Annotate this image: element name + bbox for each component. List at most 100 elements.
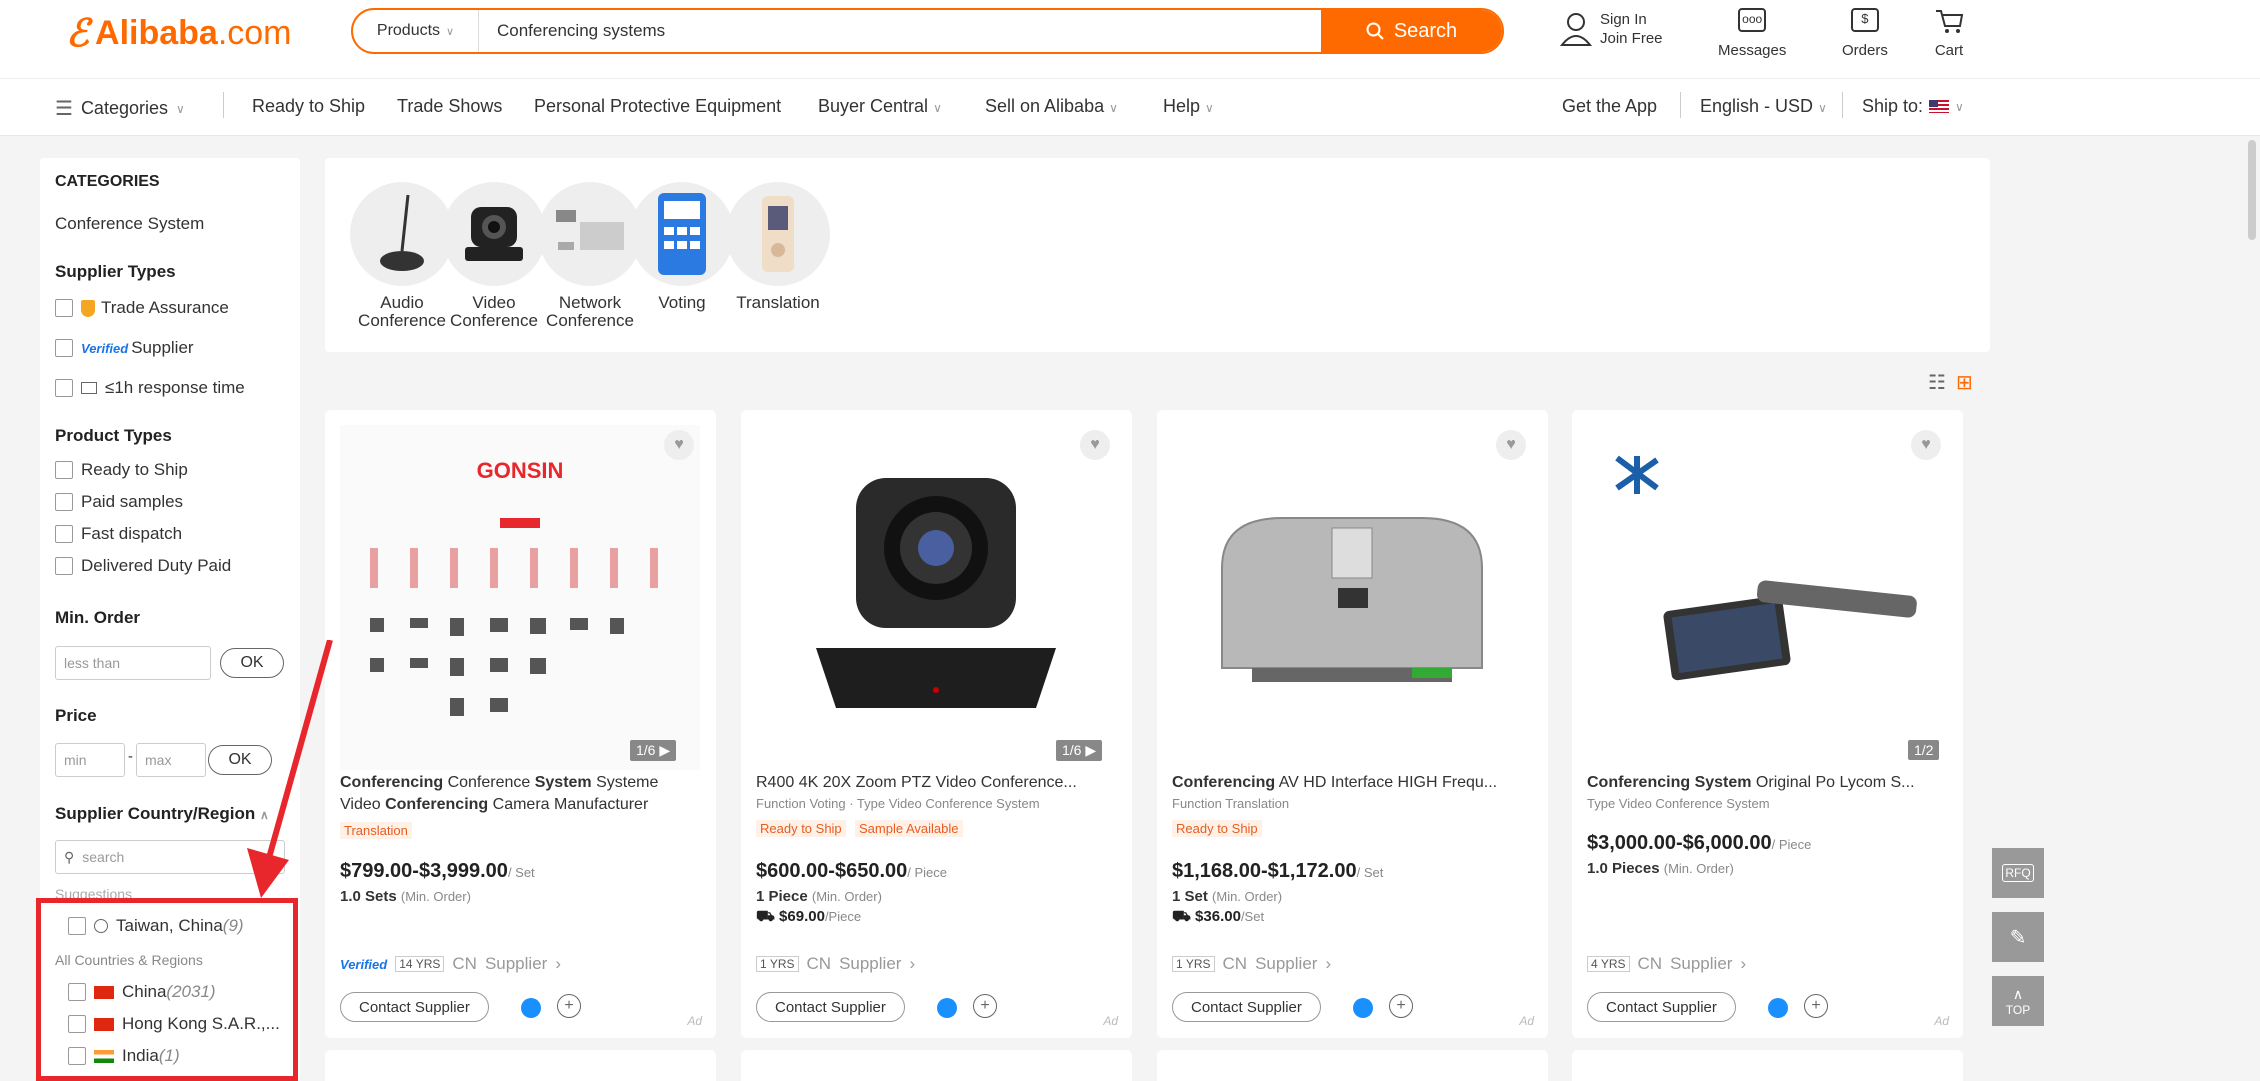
shipping-price: ⛟ $69.00/Piece [756,908,862,925]
country-heading[interactable]: Supplier Country/Region ∧ [55,804,269,824]
contact-supplier-button[interactable]: Contact Supplier [1587,992,1736,1022]
product-title[interactable]: Conferencing System Original Po Lycom S.… [1587,772,1947,794]
add-compare-icon[interactable]: + [1804,994,1828,1018]
category-translation[interactable]: Translation [723,182,833,312]
nav-help[interactable]: Help ∨ [1163,96,1214,117]
price-heading: Price [55,706,97,725]
checkbox[interactable] [55,379,73,397]
checkbox[interactable] [55,493,73,511]
chat-icon[interactable] [937,998,957,1018]
grid-view-icon[interactable]: ⊞ [1956,370,1973,395]
product-image[interactable] [1172,425,1532,770]
nav-buyer-central[interactable]: Buyer Central ∨ [818,96,942,117]
product-price: $3,000.00-$6,000.00/ Piece [1587,832,1812,854]
category-conference-system[interactable]: Conference System [55,214,204,234]
chevron-down-icon: ∨ [175,101,185,116]
filter-ready-to-ship[interactable]: Ready to Ship [55,460,188,480]
checkbox[interactable] [55,557,73,575]
join-free-link[interactable]: Join Free [1600,29,1663,48]
filter-response-time[interactable]: ≤1h response time [55,378,245,398]
menu-icon: ☰ [55,98,73,120]
product-card[interactable]: ♥ 1/6 ▶ R400 4K 20X Zoom PTZ Video Confe… [741,410,1132,1038]
product-card[interactable]: ♥ Conferencing AV HD Interface HIGH Freq… [1157,410,1548,1038]
search-button[interactable]: Search [1321,10,1502,52]
product-image[interactable]: GONSIN [340,425,700,770]
product-title[interactable]: Conferencing AV HD Interface HIGH Frequ.… [1172,772,1532,794]
min-order-input[interactable]: less than [55,646,211,680]
chevron-up-icon: ∧ [2012,985,2024,1002]
filter-delivered-duty-paid[interactable]: Delivered Duty Paid [55,556,231,576]
language-currency-selector[interactable]: English - USD ∨ [1700,96,1827,117]
product-card-partial [1157,1050,1548,1081]
supplier-info[interactable]: 1 YRS CN Supplier › [756,954,915,974]
category-video-conference[interactable]: Video Conference [439,182,549,330]
alibaba-logo[interactable]: ℰ Alibaba.com [66,12,292,55]
product-card[interactable]: GONSIN ♥ 1/6 ▶ Conferencing Conference S… [325,410,716,1038]
supplier-info[interactable]: 4 YRS CN Supplier › [1587,954,1746,974]
supplier-info[interactable]: 1 YRS CN Supplier › [1172,954,1331,974]
product-card-partial [1572,1050,1963,1081]
checkbox[interactable] [55,299,73,317]
checkbox[interactable] [55,525,73,543]
camera-icon [442,182,546,286]
categories-heading: CATEGORIES [55,173,160,190]
filter-trade-assurance[interactable]: Trade Assurance [55,298,229,318]
image-pager: 1/2 [1908,740,1940,760]
add-compare-icon[interactable]: + [1389,994,1413,1018]
favorite-heart-icon[interactable]: ♥ [1080,430,1110,460]
supplier-types-heading: Supplier Types [55,262,176,281]
contact-supplier-button[interactable]: Contact Supplier [1172,992,1321,1022]
add-compare-icon[interactable]: + [557,994,581,1018]
rfq-button[interactable]: RFQ [1992,848,2044,898]
product-tag: Ready to Ship [1172,820,1262,837]
filter-paid-samples[interactable]: Paid samples [55,492,183,512]
price-min-input[interactable]: min [55,743,125,777]
chat-icon[interactable] [521,998,541,1018]
product-image[interactable] [1587,425,1947,770]
checkbox[interactable] [55,339,73,357]
favorite-heart-icon[interactable]: ♥ [1496,430,1526,460]
cart-button[interactable]: Cart [1934,8,1964,59]
categories-menu[interactable]: ☰ Categories ∨ [55,96,185,121]
product-image[interactable] [756,425,1116,770]
list-view-icon[interactable]: ☷ [1928,370,1946,395]
messages-button[interactable]: ooo Messages [1718,8,1786,59]
price-range-dash: - [128,748,133,765]
svg-text:GONSIN: GONSIN [477,458,564,483]
logo-domain: .com [217,13,292,52]
sign-in-area[interactable]: Sign In Join Free [1560,10,1663,48]
price-max-input[interactable]: max [136,743,206,777]
supplier-info[interactable]: Verified 14 YRS CN Supplier › [340,954,561,974]
filter-verified-supplier[interactable]: Verified Supplier [55,338,194,358]
favorite-heart-icon[interactable]: ♥ [664,430,694,460]
contact-supplier-button[interactable]: Contact Supplier [340,992,489,1022]
contact-supplier-button[interactable]: Contact Supplier [756,992,905,1022]
chat-icon[interactable] [1353,998,1373,1018]
favorite-heart-icon[interactable]: ♥ [1911,430,1941,460]
add-compare-icon[interactable]: + [973,994,997,1018]
nav-divider [1680,92,1681,118]
nav-divider [223,92,224,118]
scrollbar-thumb[interactable] [2248,140,2256,240]
sign-in-link[interactable]: Sign In [1600,10,1663,29]
product-card[interactable]: ♥ 1/2 Conferencing System Original Po Ly… [1572,410,1963,1038]
product-attributes: Type Video Conference System [1587,796,1770,811]
ship-to-selector[interactable]: Ship to: ∨ [1862,96,1964,117]
av-interface-image [1221,516,1483,682]
nav-trade-shows[interactable]: Trade Shows [397,96,502,117]
get-the-app-link[interactable]: Get the App [1562,96,1657,117]
chat-icon[interactable] [1768,998,1788,1018]
filter-fast-dispatch[interactable]: Fast dispatch [55,524,182,544]
feedback-button[interactable]: ✎ [1992,912,2044,962]
category-voting[interactable]: Voting [627,182,737,312]
orders-button[interactable]: $ Orders [1842,8,1888,59]
nav-ppe[interactable]: Personal Protective Equipment [534,96,781,117]
back-to-top-button[interactable]: ∧ TOP [1992,976,2044,1026]
search-category-dropdown[interactable]: Products ∨ [353,10,479,52]
search-input[interactable] [479,10,1321,52]
product-title[interactable]: R400 4K 20X Zoom PTZ Video Conference... [756,772,1116,794]
checkbox[interactable] [55,461,73,479]
product-title[interactable]: Conferencing Conference System Systeme V… [340,772,700,816]
nav-ready-to-ship[interactable]: Ready to Ship [252,96,365,117]
nav-sell-on-alibaba[interactable]: Sell on Alibaba ∨ [985,96,1118,117]
